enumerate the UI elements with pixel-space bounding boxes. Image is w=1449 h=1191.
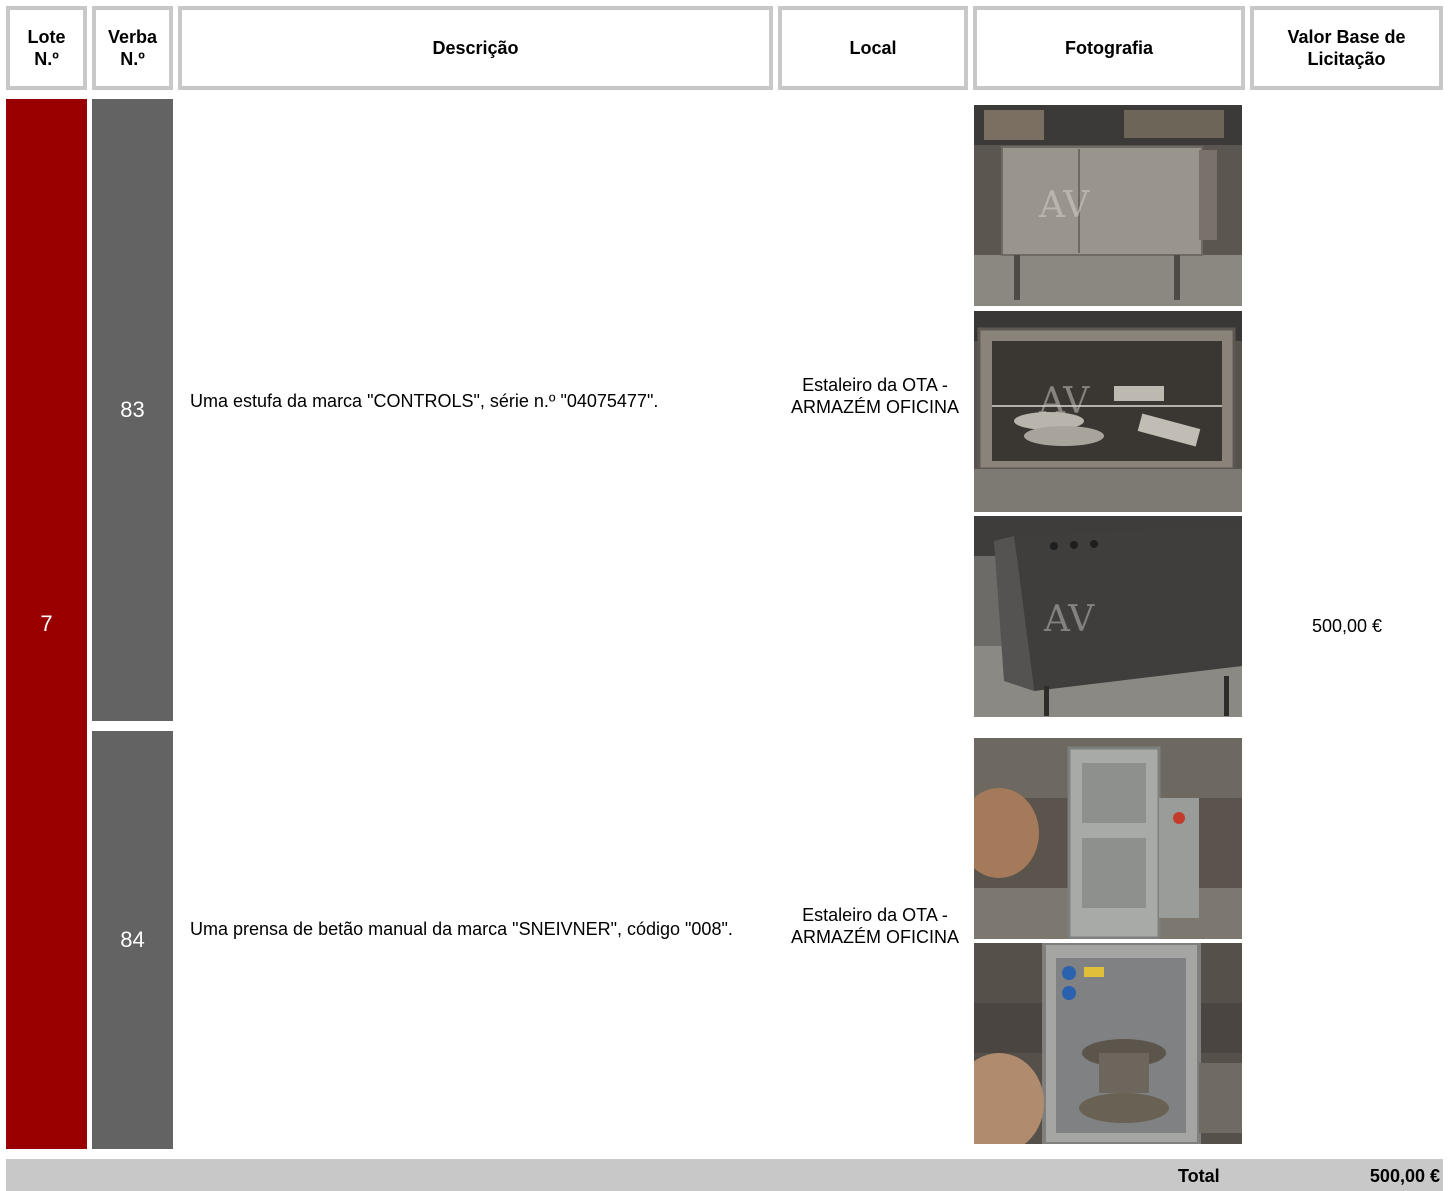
header-lote-label: Lote N.º [27,27,66,69]
header-verba: Verba N.º [92,6,173,90]
verba-number: 83 [120,397,145,422]
svg-text:AV: AV [1043,599,1095,640]
total-bar [6,1159,1443,1191]
header-lote: Lote N.º [6,6,87,90]
lote-number: 7 [40,611,53,636]
header-fotografia: Fotografia [973,6,1245,90]
item-description: Uma prensa de betão manual da marca "SNE… [190,919,733,939]
header-local-label: Local [849,38,897,58]
header-descricao-label: Descrição [432,38,519,58]
svg-text:AV: AV [1038,185,1090,226]
item-location: Estaleiro da OTA - ARMAZÉM OFICINA [790,375,959,417]
item-photo: AV [974,105,1242,306]
total-label: Total [1178,1166,1220,1186]
item-location: Estaleiro da OTA - ARMAZÉM OFICINA [790,905,959,947]
header-fotografia-label: Fotografia [1065,38,1153,58]
svg-text:AV: AV [1038,381,1090,422]
item-photo [974,738,1242,939]
item-description: Uma estufa da marca "CONTROLS", série n.… [190,391,659,411]
item-photo [974,943,1242,1144]
total-value: 500,00 € [1369,1166,1440,1186]
item-photo: AV [974,516,1242,717]
header-valor-label: Valor Base de Licitação [1287,27,1406,69]
verba-number: 84 [120,927,145,952]
verba-cell: 83 [92,99,173,721]
header-local: Local [778,6,968,90]
header-valor: Valor Base de Licitação [1250,6,1443,90]
lot-value: 500,00 € [1311,616,1383,636]
header-verba-label: Verba N.º [107,27,158,69]
item-photo: AV [974,311,1242,512]
header-descricao: Descrição [178,6,773,90]
verba-cell: 84 [92,731,173,1149]
lote-cell: 7 [6,99,87,1149]
